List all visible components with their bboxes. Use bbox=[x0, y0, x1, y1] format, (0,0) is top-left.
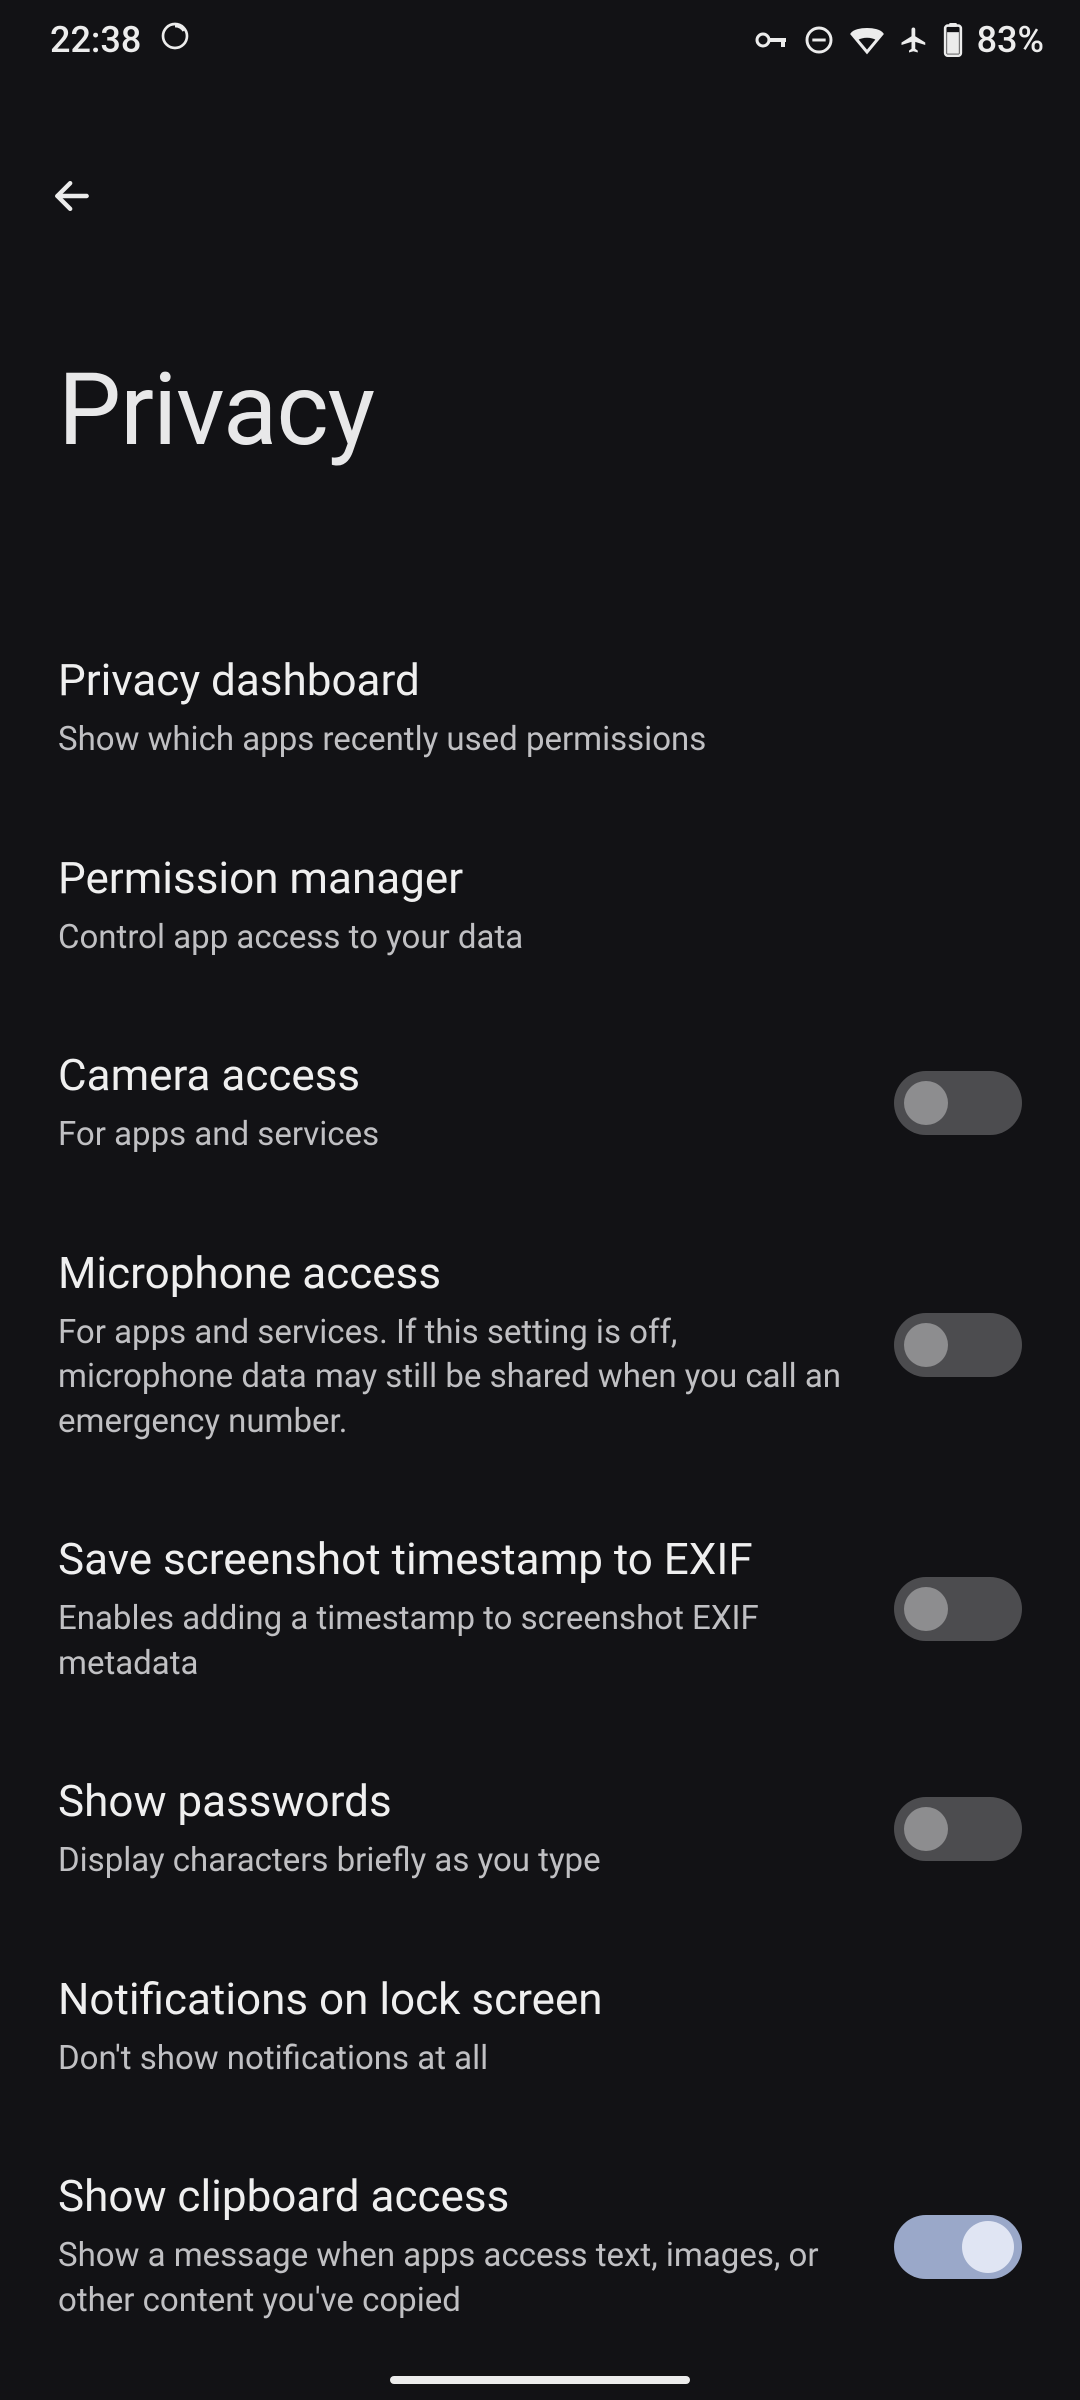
status-time: 22:38 bbox=[50, 19, 141, 61]
battery-percent: 83% bbox=[977, 19, 1044, 61]
settings-item-title: Show passwords bbox=[58, 1774, 854, 1829]
page-title: Privacy bbox=[58, 352, 1080, 469]
arrow-left-icon bbox=[50, 174, 94, 218]
settings-item[interactable]: Notifications on lock screen Don't show n… bbox=[0, 1928, 1080, 2126]
settings-item-subtitle: Show a message when apps access text, im… bbox=[58, 2234, 854, 2323]
settings-item-subtitle: Display characters briefly as you type bbox=[58, 1839, 854, 1884]
notification-icon bbox=[159, 19, 191, 61]
settings-list: Privacy dashboard Show which apps recentl… bbox=[0, 609, 1080, 2368]
settings-item-subtitle: For apps and services bbox=[58, 1113, 854, 1158]
back-button[interactable] bbox=[36, 160, 108, 232]
nav-gesture-handle[interactable] bbox=[390, 2376, 690, 2384]
settings-item-text: Notifications on lock screen Don't show n… bbox=[58, 1972, 1022, 2082]
settings-item[interactable]: Camera access For apps and services bbox=[0, 1004, 1080, 1202]
status-bar: 22:38 bbox=[0, 0, 1080, 80]
settings-item[interactable]: Save screenshot timestamp to EXIF Enables… bbox=[0, 1488, 1080, 1730]
settings-item-subtitle: Enables adding a timestamp to screenshot… bbox=[58, 1597, 854, 1686]
battery-icon bbox=[943, 23, 963, 57]
do-not-disturb-icon bbox=[803, 24, 835, 56]
settings-item[interactable]: Show passwords Display characters briefly… bbox=[0, 1730, 1080, 1928]
toggle-switch[interactable] bbox=[894, 1313, 1022, 1377]
settings-item-title: Microphone access bbox=[58, 1246, 854, 1301]
settings-item[interactable]: Show clipboard access Show a message when… bbox=[0, 2125, 1080, 2367]
toggle-thumb bbox=[904, 1323, 948, 1367]
toggle-thumb bbox=[904, 1807, 948, 1851]
wifi-icon bbox=[849, 25, 885, 55]
settings-item[interactable]: Microphone access For apps and services. … bbox=[0, 1202, 1080, 1489]
toggle-thumb bbox=[962, 2221, 1014, 2273]
toggle-switch[interactable] bbox=[894, 2215, 1022, 2279]
settings-item-subtitle: For apps and services. If this setting i… bbox=[58, 1311, 854, 1445]
settings-item-text: Permission manager Control app access to … bbox=[58, 851, 1022, 961]
toggle-switch[interactable] bbox=[894, 1797, 1022, 1861]
toggle-thumb bbox=[904, 1587, 948, 1631]
settings-item[interactable]: Privacy dashboard Show which apps recentl… bbox=[0, 609, 1080, 807]
settings-item-subtitle: Don't show notifications at all bbox=[58, 2037, 878, 2082]
status-right: 83% bbox=[755, 19, 1044, 61]
toggle-switch[interactable] bbox=[894, 1577, 1022, 1641]
toggle-thumb bbox=[904, 1081, 948, 1125]
settings-item-subtitle: Show which apps recently used permission… bbox=[58, 718, 878, 763]
settings-item-title: Show clipboard access bbox=[58, 2169, 854, 2224]
settings-item-text: Microphone access For apps and services. … bbox=[58, 1246, 854, 1445]
settings-item-text: Save screenshot timestamp to EXIF Enables… bbox=[58, 1532, 854, 1686]
settings-item-title: Permission manager bbox=[58, 851, 1022, 906]
status-left: 22:38 bbox=[50, 19, 191, 61]
settings-item[interactable]: Permission manager Control app access to … bbox=[0, 807, 1080, 1005]
settings-item-title: Notifications on lock screen bbox=[58, 1972, 1022, 2027]
settings-item-text: Privacy dashboard Show which apps recentl… bbox=[58, 653, 1022, 763]
settings-item-title: Camera access bbox=[58, 1048, 854, 1103]
settings-item-title: Save screenshot timestamp to EXIF bbox=[58, 1532, 854, 1587]
toggle-switch[interactable] bbox=[894, 1071, 1022, 1135]
settings-item-text: Camera access For apps and services bbox=[58, 1048, 854, 1158]
airplane-mode-icon bbox=[899, 25, 929, 55]
vpn-key-icon bbox=[755, 30, 789, 50]
settings-item-subtitle: Control app access to your data bbox=[58, 916, 878, 961]
settings-item-text: Show passwords Display characters briefly… bbox=[58, 1774, 854, 1884]
settings-item-title: Privacy dashboard bbox=[58, 653, 1022, 708]
settings-item-text: Show clipboard access Show a message when… bbox=[58, 2169, 854, 2323]
